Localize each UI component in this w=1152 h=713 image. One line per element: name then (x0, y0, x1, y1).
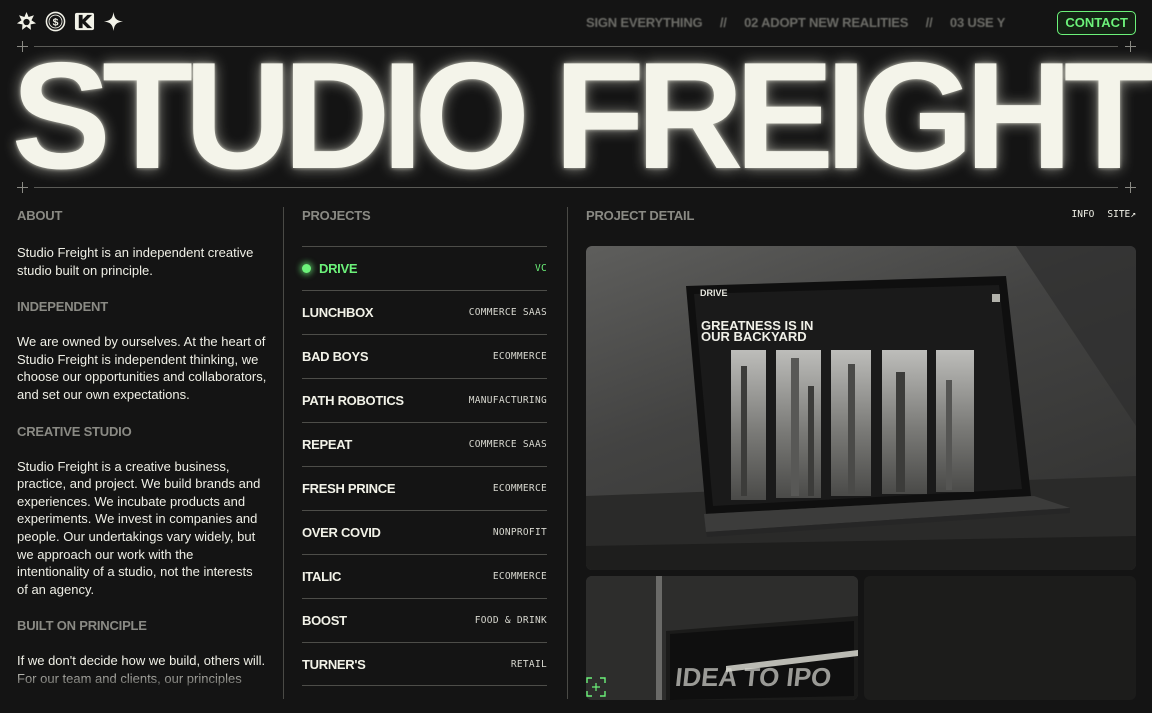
dollar-coin-logo[interactable]: $ (45, 11, 66, 32)
project-tag: COMMERCE SAAS (468, 439, 547, 450)
about-section-title: CREATIVE STUDIO (17, 423, 132, 439)
about-section-body: We are owned by ourselves. At the heart … (17, 334, 267, 402)
k-mark-logo[interactable] (74, 11, 95, 32)
project-tag: FOOD & DRINK (474, 615, 547, 626)
divider-line (34, 187, 1118, 188)
project-image-sign[interactable]: IDEA TO IPO (586, 576, 858, 700)
active-dot-icon (302, 264, 311, 273)
plus-marker-icon (17, 182, 28, 193)
about-section-title: INDEPENDENT (17, 299, 108, 315)
project-name: LUNCHBOX (302, 305, 374, 320)
site-link[interactable]: SITE↗ (1107, 209, 1136, 220)
screen-logo: DRIVE (700, 288, 728, 298)
project-row-italic[interactable]: ITALIC ECOMMERCE (302, 554, 547, 598)
project-detail-heading: PROJECT DETAIL (586, 208, 695, 223)
marquee-divider: // (719, 15, 727, 30)
project-name: FRESH PRINCE (302, 481, 396, 496)
column-divider (567, 207, 568, 699)
project-image-empty[interactable] (864, 576, 1136, 700)
project-tag: MANUFACTURING (468, 395, 547, 406)
marquee-divider: // (925, 15, 933, 30)
project-tag: NONPROFIT (492, 527, 547, 538)
logo-group: $ (16, 11, 124, 32)
screen-headline-2: OUR BACKYARD (701, 329, 807, 344)
laptop-illustration: DRIVE GREATNESS IS IN OUR BACKYARD (586, 246, 1136, 570)
project-row-lunchbox[interactable]: LUNCHBOX COMMERCE SAAS (302, 290, 547, 334)
project-name: TURNER'S (302, 656, 366, 672)
project-row-repeat[interactable]: REPEAT COMMERCE SAAS (302, 422, 547, 466)
projects-list: DRIVE VC LUNCHBOX COMMERCE SAAS BAD BOYS… (302, 246, 547, 686)
project-name: BOOST (302, 613, 347, 628)
project-name: ITALIC (302, 569, 342, 584)
marquee-item: SIGN EVERYTHING (586, 15, 703, 30)
project-tag: ECOMMERCE (492, 351, 547, 362)
expand-gallery-icon[interactable] (586, 677, 606, 697)
project-name: PATH ROBOTICS (302, 393, 404, 408)
hero-title: STUDIO FREIGHT (11, 31, 1152, 201)
column-divider (283, 207, 284, 699)
project-tag: ECOMMERCE (492, 483, 547, 494)
project-row-fresh-prince[interactable]: FRESH PRINCE ECOMMERCE (302, 466, 547, 510)
about-intro: Studio Freight is an independent creativ… (17, 245, 254, 278)
about-column: Studio Freight is an independent creativ… (17, 244, 267, 696)
project-tag: RETAIL (510, 658, 547, 670)
project-row-path-robotics[interactable]: PATH ROBOTICS MANUFACTURING (302, 378, 547, 422)
about-section-body: Studio Freight is a creative business, p… (17, 458, 261, 597)
about-heading: ABOUT (17, 208, 63, 223)
project-tag: VC (534, 263, 547, 274)
project-name-text: DRIVE (319, 261, 358, 276)
info-link[interactable]: INFO (1072, 209, 1095, 220)
marquee-item: 02 ADOPT NEW REALITIES (744, 15, 909, 30)
project-hero-image[interactable]: DRIVE GREATNESS IS IN OUR BACKYARD (586, 246, 1136, 570)
project-row-drive[interactable]: DRIVE VC (302, 246, 547, 290)
projects-heading: PROJECTS (302, 208, 371, 223)
marquee-item: 03 USE Y (949, 15, 1006, 30)
star-badge-logo[interactable] (16, 11, 37, 32)
project-tag: COMMERCE SAAS (468, 307, 547, 318)
sign-illustration: IDEA TO IPO (586, 576, 858, 700)
detail-links: INFO SITE↗ (1072, 209, 1137, 220)
about-section-title: BUILT ON PRINCIPLE (17, 618, 147, 634)
project-name: BAD BOYS (302, 349, 369, 364)
svg-text:$: $ (53, 16, 59, 28)
project-row-boost[interactable]: BOOST FOOD & DRINK (302, 598, 547, 642)
plus-marker-icon (1125, 182, 1136, 193)
scroll-fade (17, 666, 267, 696)
page: $ SIGN EVERYTHING // 02 ADOPT NEW REALIT… (0, 0, 1152, 713)
project-name: OVER COVID (302, 525, 381, 540)
project-name: REPEAT (302, 437, 352, 452)
marquee-ticker: SIGN EVERYTHING // 02 ADOPT NEW REALITIE… (586, 15, 1006, 30)
project-row-turners[interactable]: TURNER'S RETAIL (302, 642, 547, 686)
project-row-bad-boys[interactable]: BAD BOYS ECOMMERCE (302, 334, 547, 378)
project-name: DRIVE (302, 261, 358, 276)
project-tag: ECOMMERCE (492, 571, 547, 582)
project-row-over-covid[interactable]: OVER COVID NONPROFIT (302, 510, 547, 554)
sparkle-logo[interactable] (103, 11, 124, 32)
